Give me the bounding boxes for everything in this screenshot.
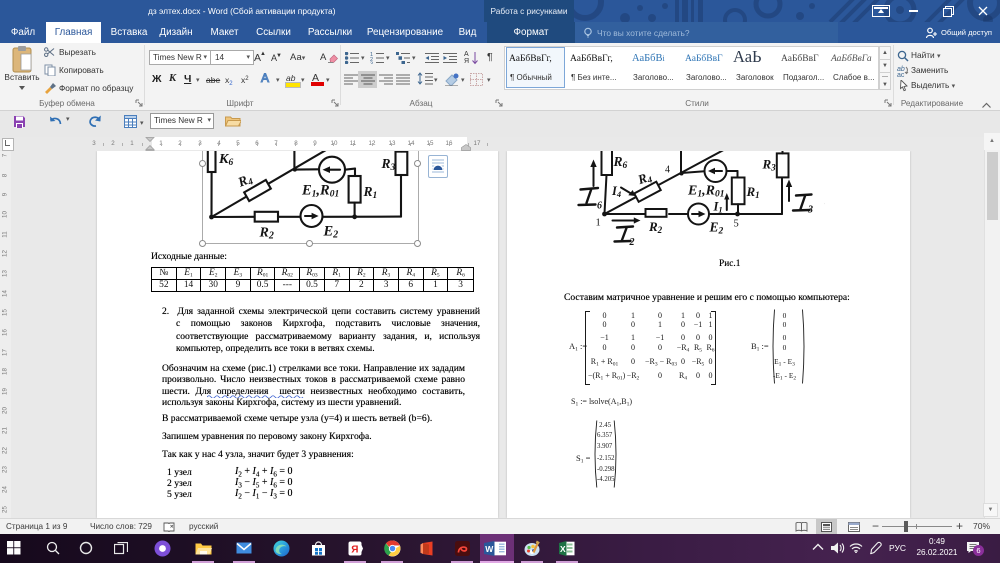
svg-text:4: 4 — [665, 165, 670, 176]
svg-text:3: 3 — [370, 62, 373, 65]
svg-text:E1,R01: E1,R01 — [687, 184, 724, 200]
svg-text:3: 3 — [807, 205, 813, 216]
svg-text:E2: E2 — [709, 220, 724, 237]
svg-text:W: W — [485, 544, 494, 554]
svg-text:R2: R2 — [648, 219, 663, 235]
svg-text:I4: I4 — [611, 184, 621, 199]
svg-text:2: 2 — [629, 237, 635, 248]
svg-text:R3: R3 — [762, 157, 777, 173]
svg-text:Я: Я — [351, 545, 358, 556]
svg-text:1: 1 — [596, 218, 601, 229]
svg-text:R1: R1 — [746, 184, 760, 200]
svg-text:I1: I1 — [713, 200, 723, 215]
svg-text:5: 5 — [734, 219, 739, 230]
svg-text:ac: ac — [897, 72, 905, 77]
svg-text:6: 6 — [597, 201, 602, 212]
svg-text:X: X — [560, 544, 566, 554]
svg-text:R6: R6 — [613, 154, 628, 171]
